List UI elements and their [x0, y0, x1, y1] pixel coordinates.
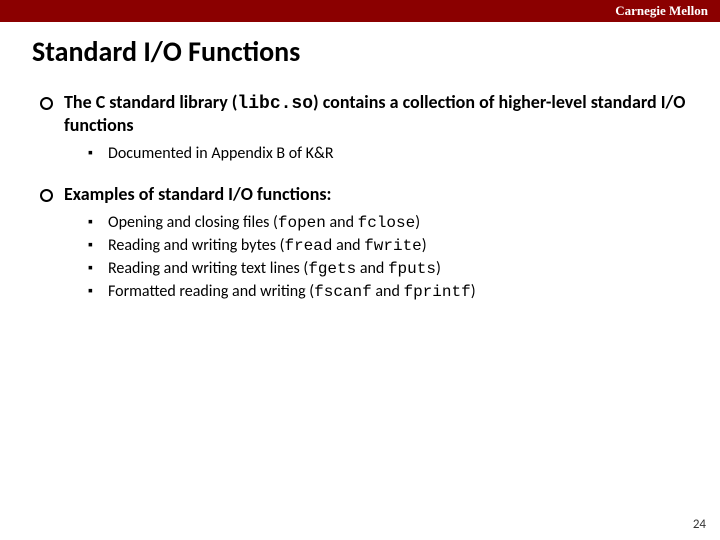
institution-name: Carnegie Mellon: [615, 3, 708, 18]
bullet-0-text: The C standard library (libc.so) contain…: [64, 91, 685, 136]
bullet-1-text: Examples of standard I/O functions:: [64, 183, 332, 205]
page-number: 24: [693, 517, 706, 532]
sub-item: Reading and writing text lines (fgets an…: [88, 259, 688, 278]
bullet-0: The C standard library (libc.so) contain…: [40, 91, 688, 163]
header-bar: Carnegie Mellon: [0, 0, 720, 22]
sub-item: Reading and writing bytes (fread and fwr…: [88, 236, 688, 255]
sub-list-0: Documented in Appendix B of K&R: [64, 144, 688, 163]
slide-title: Standard I/O Functions: [32, 34, 688, 69]
slide-content: Standard I/O Functions The C standard li…: [0, 22, 720, 301]
main-list: The C standard library (libc.so) contain…: [32, 91, 688, 301]
sub-item: Formatted reading and writing (fscanf an…: [88, 282, 688, 301]
sub-item: Documented in Appendix B of K&R: [88, 144, 688, 163]
sub-item: Opening and closing files (fopen and fcl…: [88, 213, 688, 232]
bullet-1: Examples of standard I/O functions: Open…: [40, 183, 688, 301]
sub-list-1: Opening and closing files (fopen and fcl…: [64, 213, 688, 301]
